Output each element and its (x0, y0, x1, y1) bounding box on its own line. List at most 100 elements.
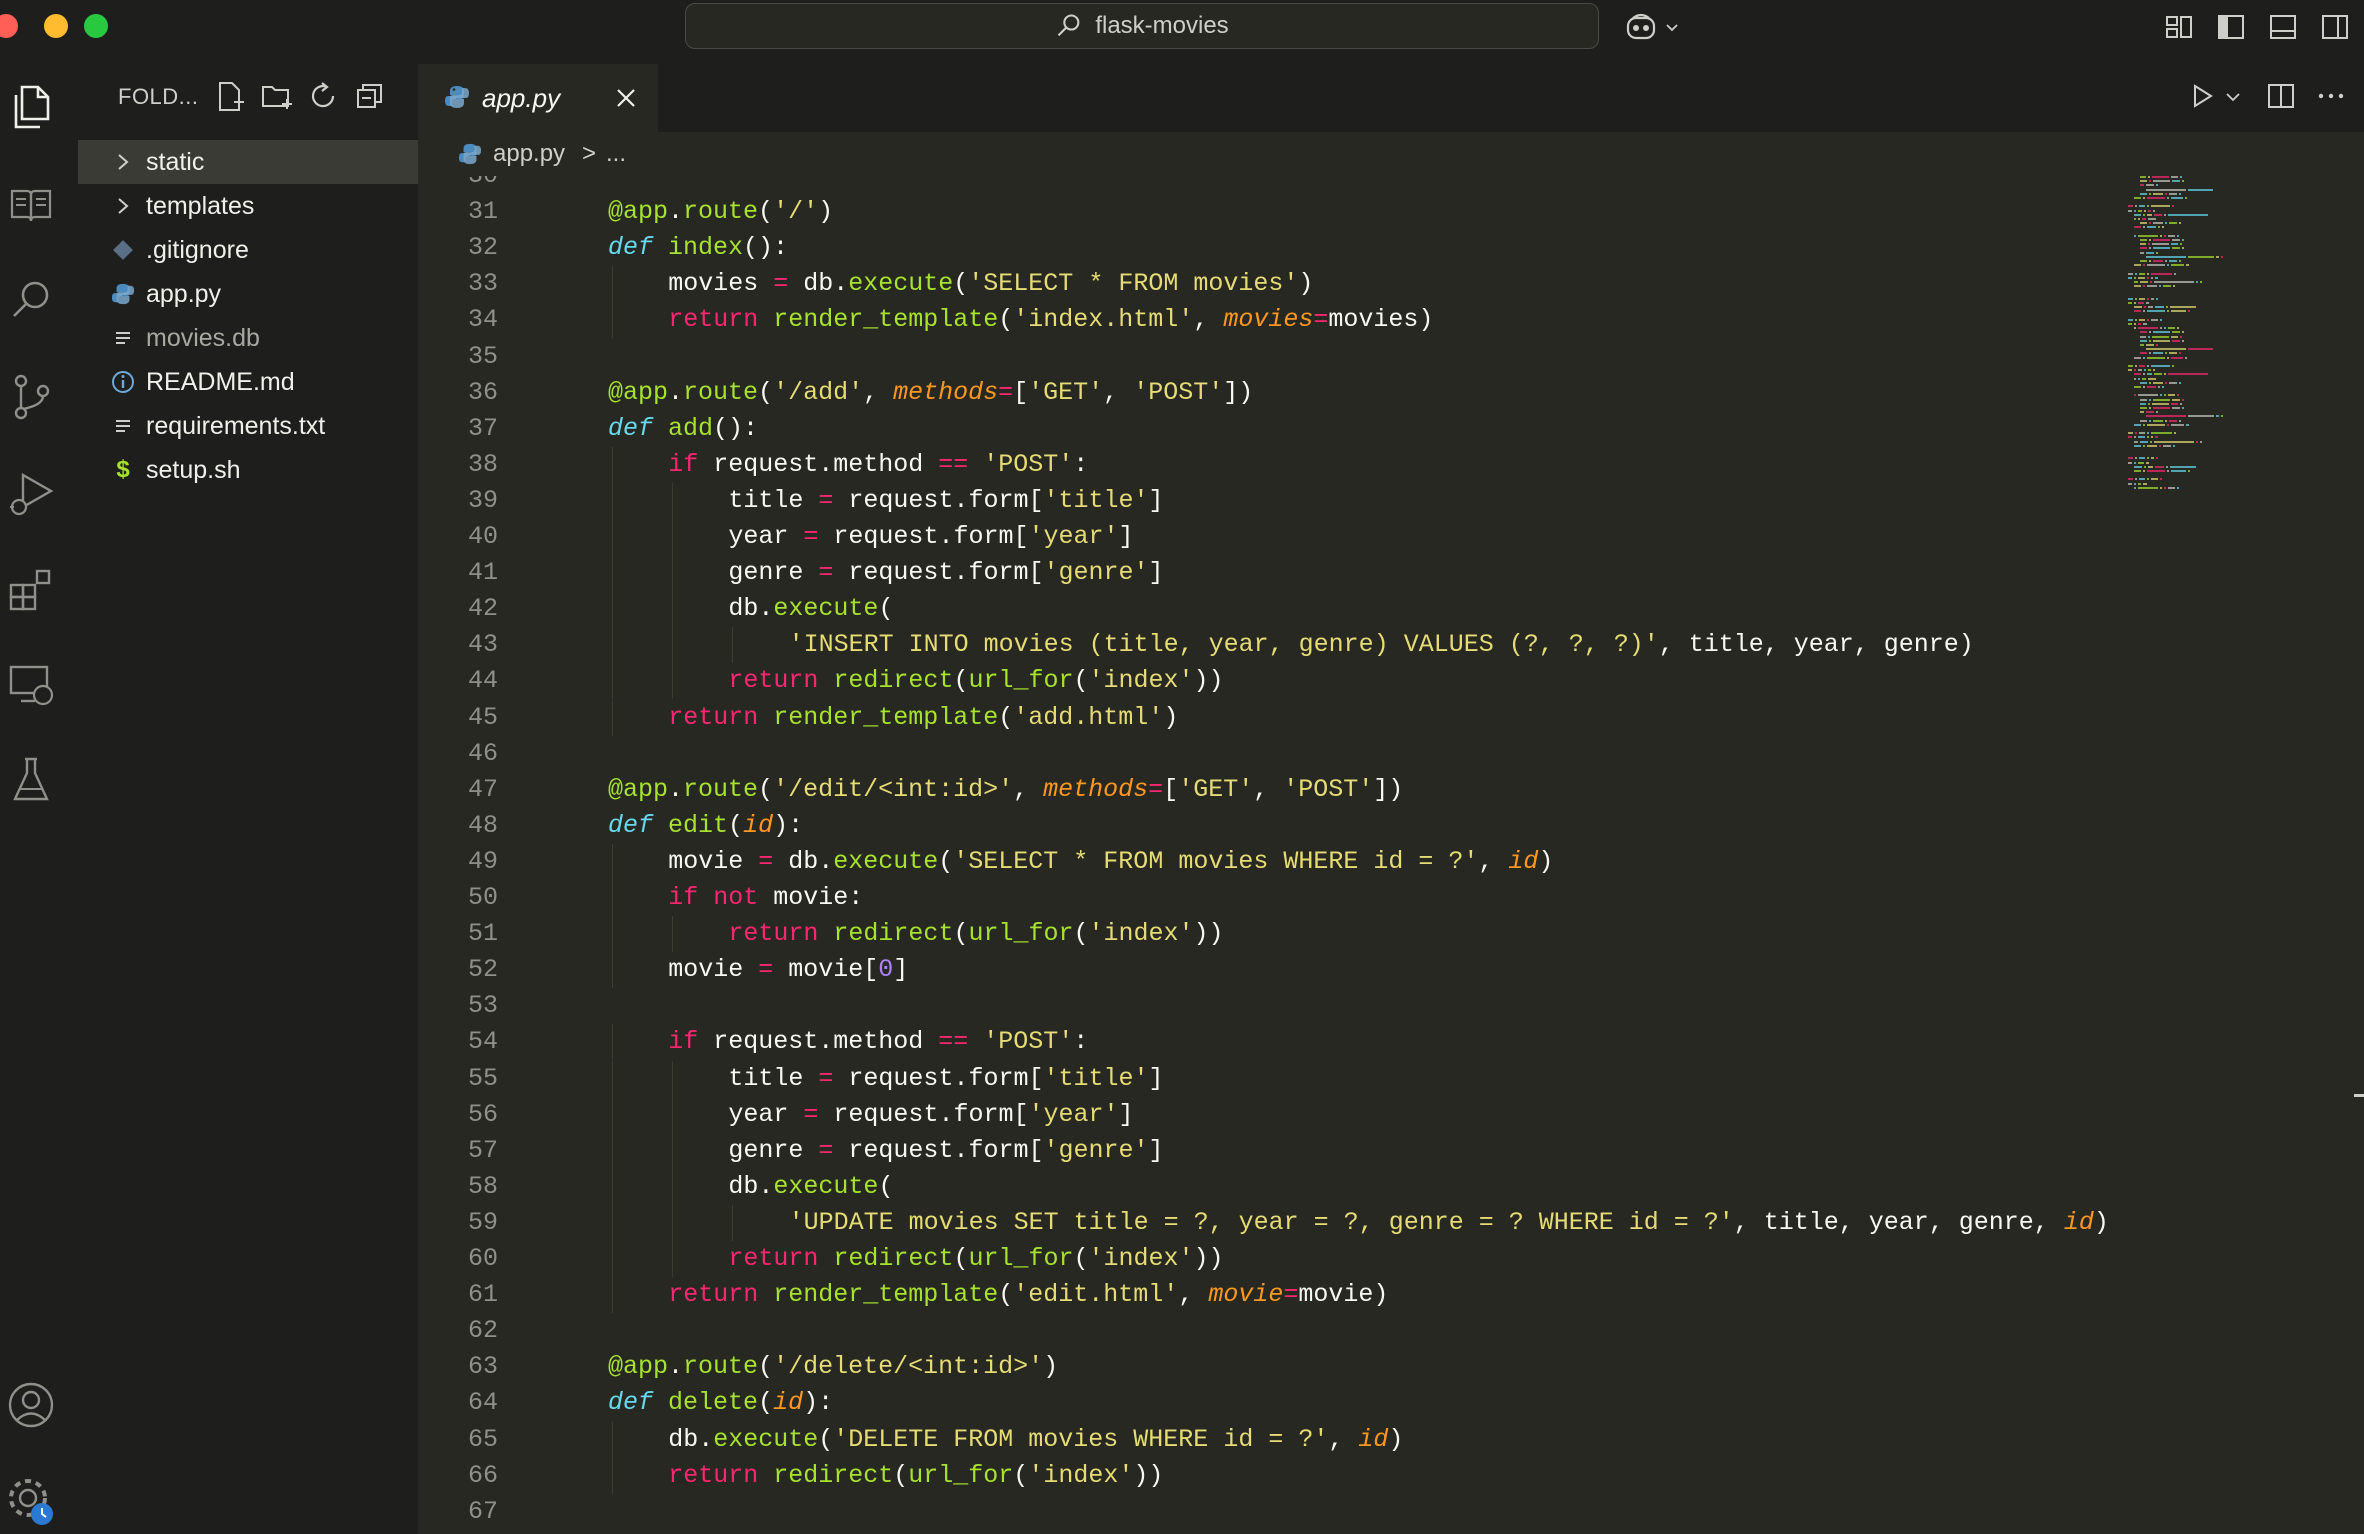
code-line[interactable]: 31 @app.route('/') (418, 194, 2118, 230)
code-token: ) (1163, 702, 1179, 732)
command-center-search[interactable]: flask-movies (685, 3, 1599, 49)
code-line[interactable]: 41 genre = request.form['genre'] (418, 555, 2118, 592)
toggle-secondary-sidebar-icon[interactable] (2320, 12, 2350, 42)
code-line[interactable]: 37 def add(): (418, 411, 2118, 447)
file-item-movies-db[interactable]: movies.db (78, 316, 418, 360)
code-token: = (818, 1063, 834, 1093)
code-line[interactable]: 39 title = request.form['title'] (418, 482, 2118, 519)
source-control-button[interactable] (4, 370, 58, 424)
code-editor[interactable]: 3031@app.route('/')32def index():33movie… (418, 176, 2364, 1534)
code-line[interactable]: 62 (418, 1313, 2118, 1349)
toggle-primary-sidebar-icon[interactable] (2216, 12, 2246, 42)
file-item-requirements-txt[interactable]: requirements.txt (78, 404, 418, 448)
copilot-menu-button[interactable] (1624, 12, 1680, 42)
minimap-stroke (2182, 180, 2185, 183)
code-line[interactable]: 52 movie = movie[0] (418, 952, 2118, 989)
run-debug-icon (10, 472, 54, 516)
run-debug-button[interactable] (4, 466, 58, 520)
line-number: 40 (467, 522, 498, 551)
code-line[interactable]: 54 if request.method == 'POST': (418, 1024, 2118, 1061)
split-editor-icon[interactable] (2266, 82, 2296, 110)
code-line[interactable]: 43 'INSERT INTO movies (title, year, genr… (418, 627, 2118, 664)
code-line[interactable]: 36 @app.route('/add', methods=['GET', 'PO… (418, 375, 2118, 411)
manage-button[interactable] (4, 1474, 58, 1528)
close-icon[interactable] (612, 84, 640, 112)
breadcrumb-symbols[interactable]: ... (606, 140, 626, 168)
minimap-stroke (2138, 486, 2158, 489)
code-text: genre = request.form['genre'] (728, 555, 1163, 591)
testing-button[interactable] (4, 752, 58, 806)
code-line[interactable]: 58 db.execute( (418, 1168, 2118, 1205)
minimap-stroke (2146, 272, 2149, 275)
code-line[interactable]: 50 if not movie: (418, 880, 2118, 917)
code-text: db.execute( (728, 591, 893, 627)
code-line[interactable]: 44 return redirect(url_for('index')) (418, 663, 2118, 700)
chevron-down-icon[interactable] (2224, 90, 2242, 104)
code-line[interactable]: 63 @app.route('/delete/<int:id>') (418, 1349, 2118, 1385)
code-line[interactable]: 65 db.execute('DELETE FROM movies WHERE i… (418, 1421, 2118, 1458)
toggle-panel-icon[interactable] (2268, 12, 2298, 42)
code-line[interactable]: 38 if request.method == 'POST': (418, 446, 2118, 483)
minimap-stroke (2138, 377, 2141, 380)
code-line[interactable]: 55 title = request.form['title'] (418, 1060, 2118, 1097)
code-line[interactable]: 51 return redirect(url_for('index')) (418, 916, 2118, 953)
reader-button[interactable] (4, 178, 58, 232)
tab-app-py[interactable]: app.py (418, 64, 658, 132)
minimap-stroke (2220, 255, 2223, 258)
code-line[interactable]: 33 movies = db.execute('SELECT * FROM mov… (418, 266, 2118, 303)
accounts-button[interactable] (4, 1378, 58, 1432)
code-line[interactable]: 67 (418, 1494, 2118, 1530)
file-item-readme-md[interactable]: README.md (78, 360, 418, 404)
code-token: movie (1208, 1280, 1284, 1310)
minimap[interactable] (2124, 176, 2354, 506)
more-actions-icon[interactable] (2316, 82, 2346, 110)
code-line[interactable]: 57 genre = request.form['genre'] (418, 1132, 2118, 1169)
folder-item-static[interactable]: static (78, 140, 418, 184)
code-line[interactable]: 42 db.execute( (418, 591, 2118, 628)
customize-layout-icon[interactable] (2164, 12, 2194, 42)
new-folder-icon[interactable] (260, 80, 294, 114)
code-line[interactable]: 59 'UPDATE movies SET title = ?, year = ?… (418, 1204, 2118, 1241)
code-line[interactable]: 66 return redirect(url_for('index')) (418, 1457, 2118, 1494)
code-line[interactable]: 40 year = request.form['year'] (418, 519, 2118, 556)
explorer-button[interactable] (4, 80, 58, 134)
minimap-stroke (2161, 226, 2164, 229)
breadcrumb-file[interactable]: app.py (493, 140, 565, 168)
code-line[interactable]: 34 return render_template('index.html', m… (418, 302, 2118, 339)
collapse-all-icon[interactable] (354, 80, 386, 112)
code-line[interactable]: 56 year = request.form['year'] (418, 1096, 2118, 1133)
code-line[interactable]: 53 (418, 988, 2118, 1024)
code-line[interactable]: 46 (418, 736, 2118, 772)
code-line[interactable]: 48 def edit(id): (418, 808, 2118, 844)
refresh-icon[interactable] (308, 80, 340, 112)
code-line[interactable]: 49 movie = db.execute('SELECT * FROM movi… (418, 843, 2118, 880)
code-text: return render_template('index.html', mov… (668, 302, 1433, 338)
minimap-stroke (2140, 398, 2148, 401)
minimap-stroke (2148, 176, 2150, 178)
code-line[interactable]: 30 (418, 176, 2118, 194)
code-line[interactable]: 35 (418, 339, 2118, 375)
new-file-icon[interactable] (214, 80, 246, 114)
code-line[interactable]: 60 return redirect(url_for('index')) (418, 1241, 2118, 1278)
code-token: ] (1148, 558, 1164, 588)
search-button[interactable] (4, 272, 58, 326)
code-token: request.form[ (833, 1135, 1044, 1165)
minimap-stroke (2170, 335, 2178, 338)
code-line[interactable]: 47 @app.route('/edit/<int:id>', methods=[… (418, 772, 2118, 808)
minimap-stroke (2134, 234, 2137, 237)
folder-item-templates[interactable]: templates (78, 184, 418, 228)
code-line[interactable]: 32 def index(): (418, 230, 2118, 266)
code-line[interactable]: 45 return render_template('add.html') (418, 699, 2118, 736)
remote-explorer-button[interactable] (4, 658, 58, 712)
run-icon[interactable] (2188, 82, 2216, 110)
code-line[interactable]: 64 def delete(id): (418, 1385, 2118, 1421)
line-number: 65 (467, 1424, 498, 1454)
maximize-window-button[interactable] (84, 14, 108, 38)
file-item-app-py[interactable]: app.py (78, 272, 418, 316)
file-item-setup-sh[interactable]: $ setup.sh (78, 448, 418, 492)
extensions-button[interactable] (4, 562, 58, 616)
code-token: methods (1043, 774, 1149, 804)
code-line[interactable]: 61 return render_template('edit.html', mo… (418, 1277, 2118, 1314)
minimap-stroke (2140, 260, 2148, 262)
file-item-gitignore[interactable]: .gitignore (78, 228, 418, 272)
